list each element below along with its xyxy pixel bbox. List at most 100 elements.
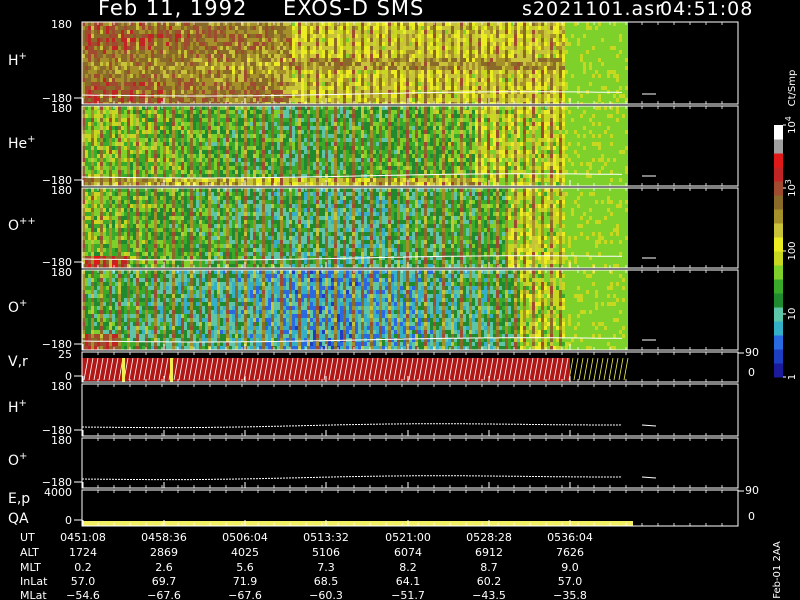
ephemeris-value-3-3: 68.5 — [314, 575, 339, 588]
ephemeris-value-4-4: −51.7 — [391, 589, 425, 600]
right-label-bottom-8: 0 — [748, 510, 755, 523]
ephemeris-value-1-6: 7626 — [556, 546, 584, 559]
ephemeris-value-1-3: 5106 — [312, 546, 340, 559]
ephemeris-table: UT 0451:08 0458:36 0506:04 0513:32 0521:00 052… — [20, 531, 593, 600]
colorbar-swatch-17 — [774, 125, 783, 140]
ephemeris-value-0-1: 0458:36 — [141, 531, 187, 544]
y-label-top-4: 180 — [51, 266, 72, 279]
ephemeris-value-2-4: 8.2 — [399, 561, 417, 574]
right-label-bottom-5: 0 — [748, 366, 755, 379]
right-label-top-5: 90 — [745, 346, 759, 359]
colorbar-swatch-2 — [774, 335, 783, 350]
ephemeris-value-1-0: 1724 — [69, 546, 97, 559]
ephemeris-value-3-4: 64.1 — [396, 575, 421, 588]
ephemeris-value-4-3: −60.3 — [309, 589, 343, 600]
colorbar-swatch-15 — [774, 153, 783, 168]
ephemeris-label-alt: ALT — [20, 546, 39, 559]
colorbar-label-1: 10 — [787, 308, 798, 321]
side-label: Feb-01 2AA — [772, 541, 783, 599]
panel-6: 180−180H+ — [8, 380, 739, 437]
ephemeris-value-3-1: 69.7 — [152, 575, 177, 588]
colorbar-swatch-7 — [774, 265, 783, 280]
colorbar: 1 10 100 103 104 Ct/Smp — [774, 70, 798, 380]
colorbar-swatch-1 — [774, 349, 783, 364]
ephemeris-value-1-2: 4025 — [231, 546, 259, 559]
ephemeris-value-4-6: −35.8 — [553, 589, 587, 600]
colorbar-label-2: 100 — [787, 241, 798, 260]
ephemeris-label-mlt: MLT — [20, 561, 41, 574]
ephemeris-value-4-2: −67.6 — [228, 589, 262, 600]
colorbar-swatch-16 — [774, 139, 783, 154]
colorbar-swatch-12 — [774, 195, 783, 210]
colorbar-swatch-13 — [774, 181, 783, 196]
panel-label-7: O+ — [8, 451, 27, 469]
ephemeris-label-mlat: MLat — [20, 589, 47, 600]
y-label-top-1: 180 — [51, 18, 72, 31]
colorbar-unit: Ct/Smp — [787, 70, 798, 107]
ephemeris-value-0-3: 0513:32 — [303, 531, 349, 544]
sms-spectrogram-chart: 180−180H+180−180He+180−180O++180−180O+25… — [8, 18, 798, 600]
y-label-top-5: 25 — [58, 348, 72, 361]
panel-label-3: O++ — [8, 216, 36, 234]
velocity-marker-1 — [122, 358, 125, 382]
panel-3: 180−180O++ — [8, 184, 739, 269]
panel-frame-7 — [81, 437, 739, 489]
ephemeris-value-1-5: 6912 — [475, 546, 503, 559]
colorbar-swatch-14 — [774, 167, 783, 182]
ephemeris-value-0-2: 0506:04 — [222, 531, 268, 544]
ephemeris-value-4-5: −43.5 — [472, 589, 506, 600]
ephemeris-value-3-0: 57.0 — [71, 575, 96, 588]
panel-label-5: V,r — [8, 354, 28, 370]
qa-bar — [83, 521, 633, 526]
ephemeris-value-0-4: 0521:00 — [385, 531, 431, 544]
colorbar-swatch-10 — [774, 223, 783, 238]
panel-1: 180−180H+ — [8, 18, 739, 105]
colorbar-swatch-4 — [774, 307, 783, 322]
ephemeris-value-1-1: 2869 — [150, 546, 178, 559]
panel-label-4: O+ — [8, 298, 27, 316]
colorbar-swatch-5 — [774, 293, 783, 308]
right-label-top-8: 90 — [745, 484, 759, 497]
colorbar-swatch-8 — [774, 251, 783, 266]
colorbar-swatch-0 — [774, 363, 783, 378]
panel-label-8: E,p — [8, 491, 30, 507]
y-label-bottom-8: 0 — [65, 514, 72, 527]
colorbar-label-0: 1 — [787, 374, 798, 380]
ephemeris-value-0-6: 0536:04 — [547, 531, 593, 544]
y-label-top-2: 180 — [51, 102, 72, 115]
ephemeris-value-2-1: 2.6 — [155, 561, 173, 574]
ephemeris-value-2-0: 0.2 — [74, 561, 92, 574]
y-label-top-8: 4000 — [44, 486, 72, 499]
ephemeris-value-1-4: 6074 — [394, 546, 422, 559]
colorbar-swatch-6 — [774, 279, 783, 294]
colorbar-swatch-3 — [774, 321, 783, 336]
ephemeris-value-3-2: 71.9 — [233, 575, 258, 588]
ephemeris-label-inlat: InLat — [20, 575, 48, 588]
panel-8: 4000 0 E,p QA 90 0 — [8, 484, 759, 527]
y-label-top-3: 180 — [51, 184, 72, 197]
colorbar-swatch-9 — [774, 237, 783, 252]
ephemeris-value-0-5: 0528:28 — [466, 531, 512, 544]
ephemeris-label-ut: UT — [20, 531, 35, 544]
trace-line-7 — [81, 475, 623, 481]
panel-label-1: H+ — [8, 51, 27, 69]
ephemeris-value-3-5: 60.2 — [477, 575, 502, 588]
trace-line-6 — [81, 423, 623, 429]
ephemeris-value-2-6: 9.0 — [561, 561, 579, 574]
panel-frame-6 — [81, 383, 739, 437]
panel-label-6: H+ — [8, 398, 27, 416]
velocity-marker-2 — [170, 358, 173, 382]
panel-5: 250V,r900 — [8, 346, 759, 383]
ephemeris-value-2-2: 5.6 — [236, 561, 254, 574]
colorbar-label-4: 104 — [784, 116, 798, 134]
panel-label-2-8: QA — [8, 511, 29, 527]
colorbar-swatch-11 — [774, 209, 783, 224]
panel-4: 180−180O+ — [8, 266, 739, 351]
ephemeris-value-2-5: 8.7 — [480, 561, 498, 574]
panel-frame-8 — [81, 489, 739, 527]
y-label-top-7: 180 — [51, 434, 72, 447]
panel-7: 180−180O+ — [8, 434, 739, 489]
ephemeris-value-0-0: 0451:08 — [60, 531, 106, 544]
colorbar-label-3: 103 — [784, 179, 798, 197]
ephemeris-value-4-1: −67.6 — [147, 589, 181, 600]
